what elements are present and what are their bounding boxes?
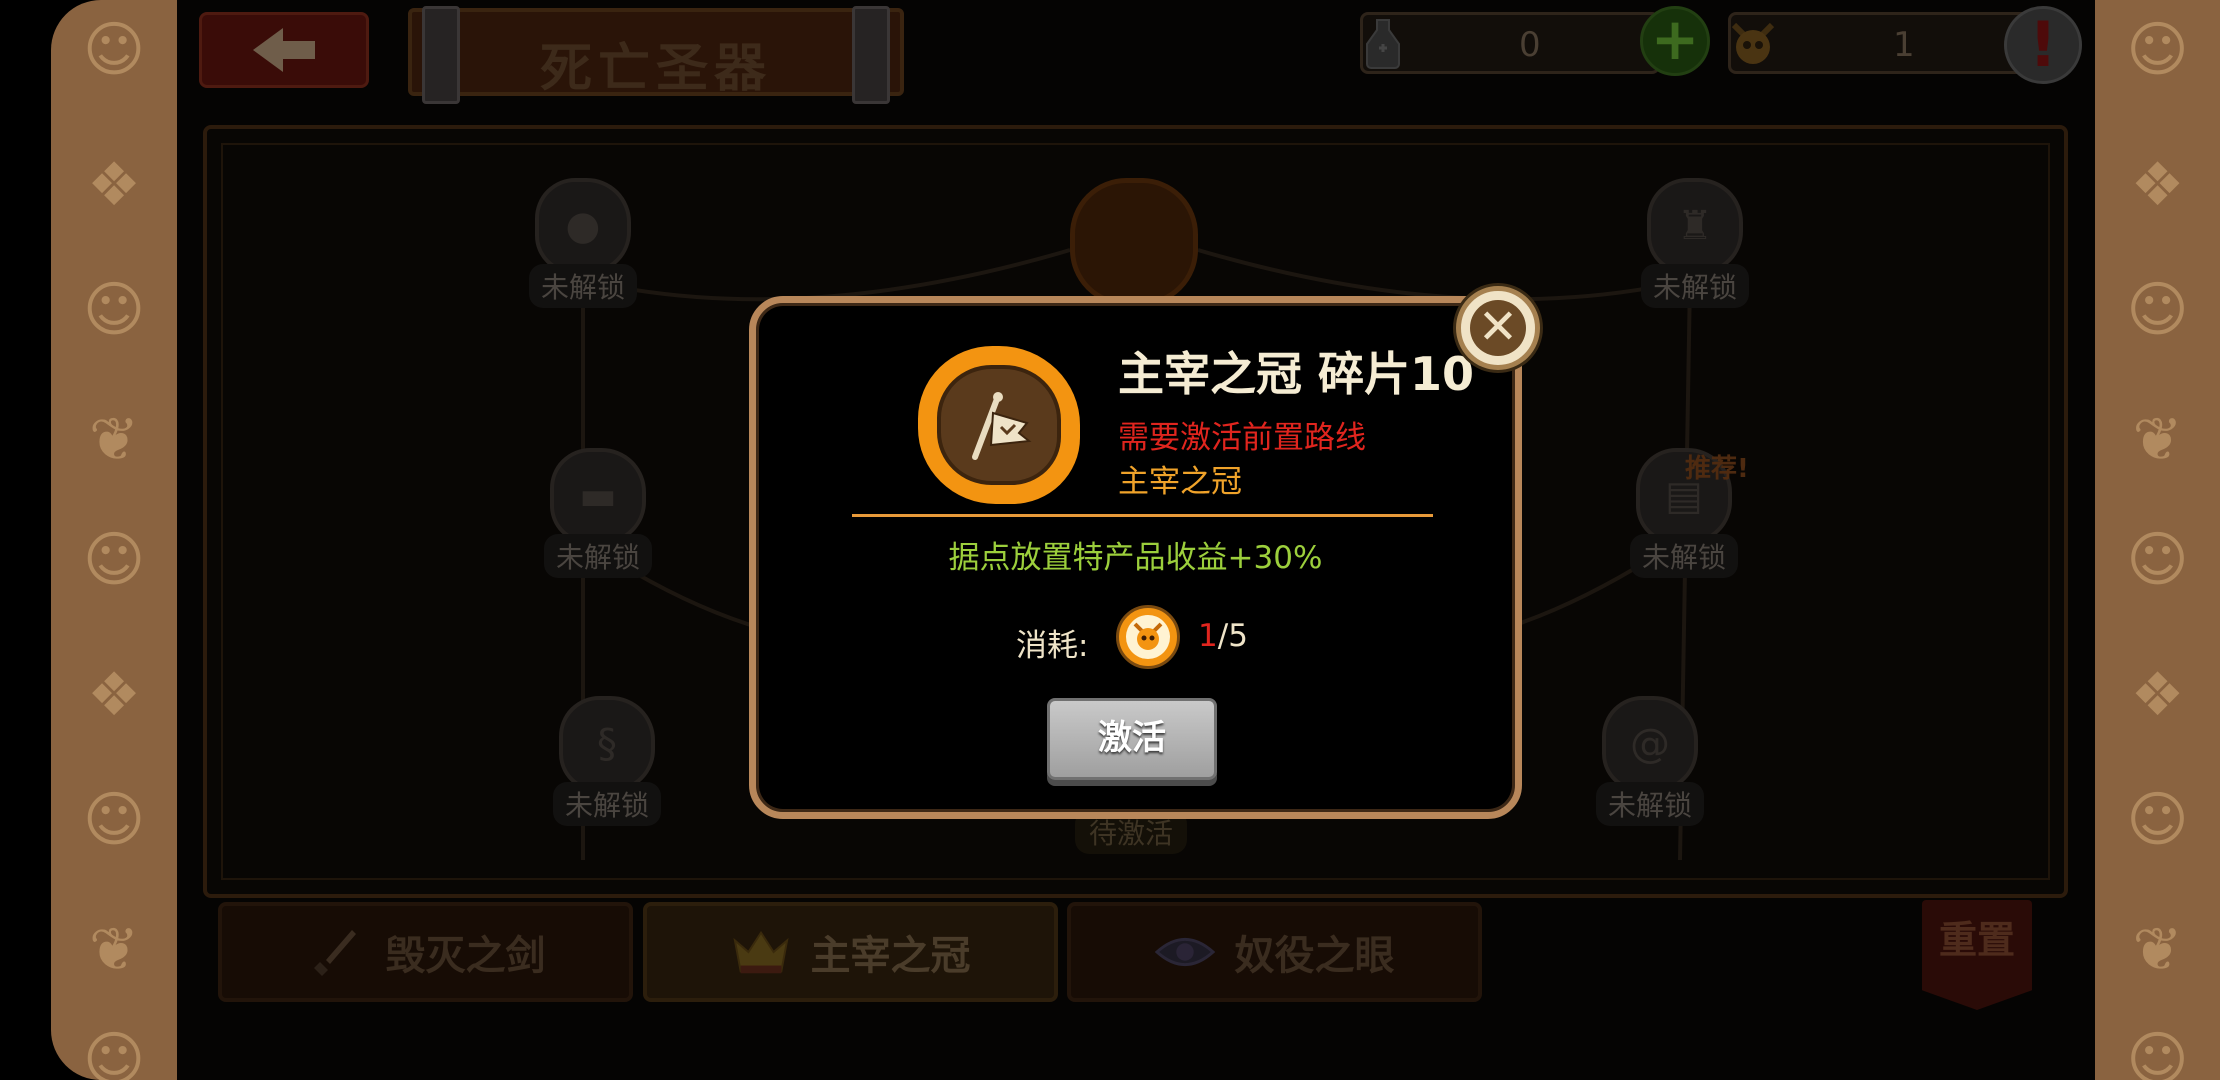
- war-banner-icon: [937, 365, 1061, 485]
- crown-icon: [731, 926, 791, 978]
- recommend-tag: 推荐!: [1685, 454, 1749, 484]
- close-dialog-button[interactable]: ✕: [1456, 286, 1540, 370]
- cost-label: 消耗:: [1016, 628, 1089, 664]
- dialog-divider: [852, 514, 1433, 517]
- skill-node-castle[interactable]: ♜ 未解锁: [1615, 178, 1775, 308]
- tab-label: 毁灭之剑: [385, 933, 546, 979]
- reset-button[interactable]: 重置: [1922, 900, 2032, 1010]
- cost-owned: 1: [1198, 618, 1218, 654]
- node-status-label: 未解锁: [543, 534, 652, 578]
- node-status-label: 未解锁: [1629, 534, 1738, 578]
- egg-icon: ●: [535, 178, 631, 274]
- eye-icon: [1154, 926, 1215, 978]
- cost-separator: /: [1217, 618, 1229, 654]
- spiral-icon: @: [1602, 696, 1698, 792]
- cost-required: 5: [1228, 618, 1248, 654]
- cost-amount: 1/5: [1198, 618, 1248, 654]
- fragment-title: 主宰之冠 碎片10: [1118, 347, 1475, 401]
- anvil-icon: ▬: [550, 448, 646, 544]
- skill-node-anvil[interactable]: ▬ 未解锁: [518, 448, 678, 578]
- close-x-icon: ✕: [1470, 300, 1526, 356]
- prerequisite-route-text: 主宰之冠: [1118, 464, 1242, 500]
- skill-node-swirl[interactable]: § 未解锁: [527, 696, 687, 826]
- tab-crown[interactable]: 主宰之冠: [643, 902, 1058, 1002]
- node-status-label: 未解锁: [1640, 264, 1749, 308]
- skill-node-egg[interactable]: ● 未解锁: [503, 178, 663, 308]
- sword-icon: [306, 926, 366, 978]
- fragment-item-badge: [918, 346, 1080, 504]
- crown-root-node[interactable]: [1070, 178, 1198, 306]
- demon-skull-icon: [1116, 605, 1180, 669]
- swirl-icon: §: [559, 696, 655, 792]
- skill-node-spiral[interactable]: @ 未解锁: [1570, 696, 1730, 826]
- node-status-label: 未解锁: [528, 264, 637, 308]
- castle-icon: ♜: [1647, 178, 1743, 274]
- effect-description: 据点放置特产品收益+30%: [948, 540, 1323, 576]
- tab-eye[interactable]: 奴役之眼: [1067, 902, 1482, 1002]
- tab-sword[interactable]: 毁灭之剑: [218, 902, 633, 1002]
- requirement-text: 需要激活前置路线: [1118, 420, 1366, 456]
- tab-label: 主宰之冠: [810, 933, 971, 979]
- node-status-label: 未解锁: [552, 782, 661, 826]
- tab-label: 奴役之眼: [1234, 933, 1395, 979]
- node-status-label: 未解锁: [1595, 782, 1704, 826]
- activate-button[interactable]: 激活: [1047, 698, 1217, 780]
